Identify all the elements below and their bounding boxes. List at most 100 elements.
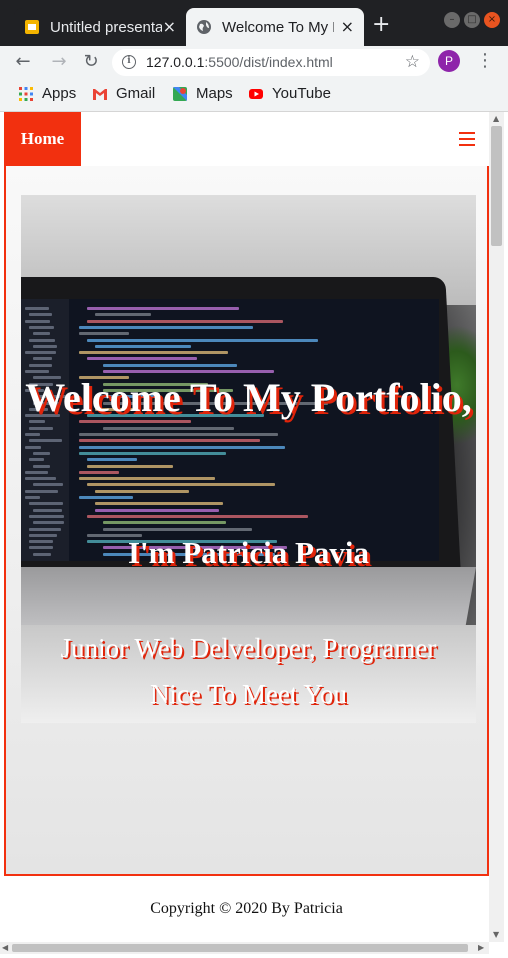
code-line-decoration (103, 527, 253, 531)
code-line-decoration (79, 496, 133, 499)
url-host: 127.0.0.1 (146, 54, 205, 70)
file-tree-decoration (33, 464, 50, 468)
scroll-down-icon[interactable]: ▼ (493, 930, 499, 939)
file-tree-decoration (29, 439, 63, 443)
code-line-decoration (95, 344, 192, 348)
file-tree-decoration (29, 527, 62, 531)
site-footer: Copyright © 2020 By Patricia (4, 876, 489, 942)
scroll-right-icon[interactable]: ▶ (478, 943, 484, 952)
minimize-icon[interactable]: – (444, 12, 460, 28)
code-line-decoration (87, 319, 284, 323)
scroll-left-icon[interactable]: ◀ (2, 943, 8, 952)
file-tree-decoration (25, 470, 48, 474)
bookmark-youtube[interactable]: YouTube (248, 85, 331, 102)
apps-grid-icon (19, 86, 33, 101)
maximize-icon[interactable]: □ (464, 12, 480, 28)
bookmark-label: YouTube (272, 85, 331, 102)
new-tab-button[interactable]: + (372, 14, 390, 36)
copyright-text: Copyright © 2020 By Patricia (150, 900, 343, 917)
file-tree-decoration (33, 508, 62, 512)
bookmark-label: Apps (42, 85, 77, 102)
file-tree-decoration (33, 451, 51, 455)
code-line-decoration (87, 483, 275, 487)
bookmark-apps[interactable]: Apps (18, 85, 76, 102)
browser-toolbar: ← → ↻ i 127.0.0.1:5500/dist/index.html ☆… (0, 46, 508, 78)
hero-image: Welcome To My Portfolio, I'm Patricia Pa… (21, 195, 476, 723)
bookmark-star-icon[interactable]: ☆ (405, 52, 420, 72)
code-line-decoration (79, 332, 129, 336)
file-tree-decoration (29, 458, 45, 462)
code-line-decoration (79, 433, 278, 436)
site-info-icon[interactable]: i (122, 55, 136, 69)
file-tree-decoration (29, 325, 54, 329)
home-nav-link[interactable]: Home (4, 112, 81, 166)
back-arrow-icon[interactable]: ← (12, 51, 34, 73)
browser-tab-strip: Untitled presentation × Welcome To My Po… (0, 0, 508, 46)
url-text[interactable]: 127.0.0.1:5500/dist/index.html (146, 54, 333, 70)
file-tree-decoration (33, 521, 65, 525)
code-line-decoration (79, 477, 215, 481)
code-line-decoration (79, 470, 120, 474)
code-line-decoration (79, 439, 261, 443)
hero-greeting: Nice To Meet You (149, 679, 348, 709)
globe-icon (197, 20, 211, 34)
window-controls: – □ × (444, 12, 500, 28)
bookmark-maps[interactable]: Maps (172, 85, 233, 102)
maps-icon (173, 86, 187, 101)
file-tree-decoration (33, 344, 57, 348)
bookmark-label: Maps (196, 85, 233, 102)
close-tab-icon[interactable]: × (341, 19, 354, 35)
code-line-decoration (95, 313, 151, 317)
file-tree-decoration (29, 338, 56, 342)
profile-avatar[interactable]: P (438, 50, 460, 72)
code-line-decoration (103, 426, 235, 430)
page-viewport: Home Welcome To My Portfolio, I'm Patric… (0, 112, 508, 958)
bookmark-gmail[interactable]: Gmail (92, 85, 155, 102)
scroll-up-icon[interactable]: ▲ (493, 114, 499, 123)
reload-icon[interactable]: ↻ (80, 51, 102, 73)
scrollbar-thumb[interactable] (491, 126, 502, 246)
code-line-decoration (95, 502, 223, 506)
code-line-decoration (103, 363, 238, 367)
hero-role: Junior Web Delveloper, Programer (60, 633, 437, 663)
code-line-decoration (95, 508, 220, 512)
bookmarks-bar: Apps Gmail Maps YouTube (0, 78, 508, 112)
file-tree-decoration (25, 351, 56, 355)
file-tree-decoration (25, 307, 49, 310)
code-line-decoration (87, 464, 174, 468)
file-tree-decoration (29, 363, 52, 367)
close-window-icon[interactable]: × (484, 12, 500, 28)
gmail-icon (93, 88, 107, 100)
hero-heading: Welcome To My Portfolio, (25, 375, 472, 420)
forward-arrow-icon[interactable]: → (48, 51, 70, 73)
code-line-decoration (79, 325, 254, 329)
scrollbar-thumb[interactable] (12, 944, 468, 952)
hero-name: I'm Patricia Pavia (127, 535, 370, 570)
address-bar[interactable]: i 127.0.0.1:5500/dist/index.html ☆ (112, 49, 430, 76)
hamburger-icon[interactable] (459, 132, 475, 150)
vertical-scrollbar[interactable]: ▲ ▼ (489, 112, 504, 942)
hero-section: Welcome To My Portfolio, I'm Patricia Pa… (4, 166, 489, 876)
code-line-decoration (103, 521, 227, 525)
file-tree-decoration (29, 426, 54, 430)
code-line-decoration (87, 307, 240, 310)
code-line-decoration (95, 489, 189, 493)
site-navbar: Home (4, 112, 489, 166)
close-tab-icon[interactable]: × (163, 19, 176, 35)
code-line-decoration (87, 357, 197, 361)
code-line-decoration (87, 338, 319, 342)
file-tree-decoration (33, 357, 53, 361)
browser-menu-icon[interactable]: ⋮ (476, 50, 494, 72)
file-tree-decoration (25, 445, 41, 449)
bookmark-label: Gmail (116, 85, 156, 102)
code-line-decoration (79, 351, 229, 355)
tab-title: Welcome To My Portfolio (222, 18, 334, 36)
file-tree-decoration (29, 502, 63, 506)
tab-untitled-presentation[interactable]: Untitled presentation × (14, 8, 186, 46)
horizontal-scrollbar[interactable]: ◀ ▶ (0, 942, 489, 954)
youtube-icon (249, 88, 263, 99)
tab-welcome-portfolio[interactable]: Welcome To My Portfolio × (186, 8, 364, 46)
file-tree-decoration (25, 433, 40, 436)
file-tree-decoration (33, 483, 63, 487)
file-tree-decoration (25, 496, 40, 499)
